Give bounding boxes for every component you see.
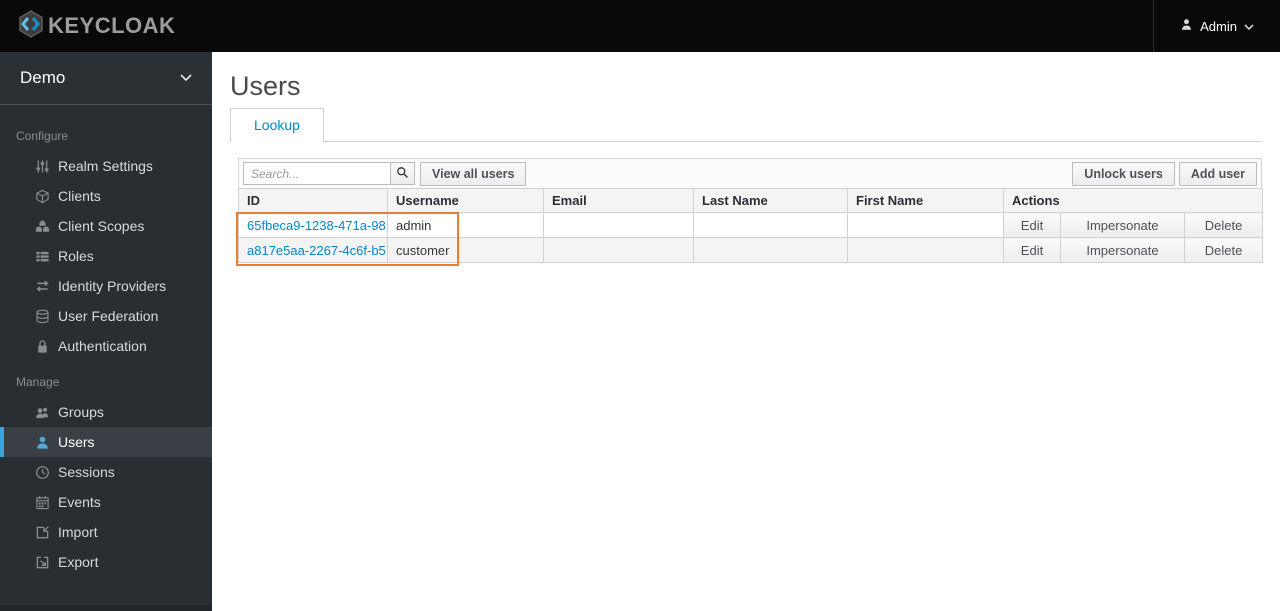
- sidebar-item-export[interactable]: Export: [0, 547, 212, 577]
- clock-icon: [34, 464, 50, 480]
- sidebar-item-label: Groups: [58, 404, 104, 420]
- username-cell: customer: [387, 237, 544, 263]
- keycloak-hexagon-icon: [16, 9, 46, 44]
- side-nav: Configure Realm Settings Clients Client …: [0, 105, 212, 605]
- column-header-last-name: Last Name: [693, 188, 848, 213]
- sidebar-item-roles[interactable]: Roles: [0, 241, 212, 271]
- keycloak-logo[interactable]: KEYCLOAK: [0, 9, 175, 44]
- user-id-link[interactable]: 65fbeca9-1238-471a-98...: [247, 218, 387, 233]
- edit-action-button[interactable]: Edit: [1003, 237, 1061, 263]
- column-header-email: Email: [543, 188, 694, 213]
- sidebar-item-events[interactable]: Events: [0, 487, 212, 517]
- column-header-actions: Actions: [1002, 188, 1264, 213]
- sidebar-item-label: Client Scopes: [58, 218, 145, 234]
- search-group: [243, 162, 415, 185]
- sidebar-item-label: Clients: [58, 188, 101, 204]
- import-icon: [34, 524, 50, 540]
- toolbar-right: Unlock users Add user: [1072, 161, 1257, 186]
- search-input[interactable]: [243, 162, 391, 185]
- export-icon: [34, 554, 50, 570]
- sidebar-footer: [0, 605, 212, 611]
- cubes-icon: [34, 218, 50, 234]
- column-header-first-name: First Name: [847, 188, 1004, 213]
- person-icon: [1180, 18, 1193, 34]
- username-cell: admin: [387, 212, 544, 238]
- sidebar-item-realm-settings[interactable]: Realm Settings: [0, 151, 212, 181]
- top-navbar: KEYCLOAK Admin: [0, 0, 1280, 52]
- last-name-cell: [693, 237, 848, 263]
- page-title: Users: [230, 71, 301, 101]
- users-table: ID Username Email Last Name First Name A…: [238, 188, 1264, 263]
- keycloak-admin-console: KEYCLOAK Admin Demo Configure Realm Sett…: [0, 0, 1280, 611]
- chevron-down-icon: [180, 69, 192, 87]
- email-cell: [543, 237, 694, 263]
- sidebar-item-label: Sessions: [58, 464, 115, 480]
- main-content: Users Lookup View al: [212, 52, 1280, 611]
- database-icon: [34, 308, 50, 324]
- brand-text: KEYCLOAK: [48, 13, 176, 38]
- sidebar-item-label: Authentication: [58, 338, 147, 354]
- user-menu[interactable]: Admin: [1153, 0, 1280, 52]
- calendar-icon: [34, 494, 50, 510]
- search-icon: [396, 166, 409, 182]
- list-icon: [34, 248, 50, 264]
- view-all-users-button[interactable]: View all users: [420, 161, 527, 186]
- sidebar-item-user-federation[interactable]: User Federation: [0, 301, 212, 331]
- cube-icon: [34, 188, 50, 204]
- delete-action-button[interactable]: Delete: [1183, 237, 1264, 263]
- section-manage-label: Manage: [16, 375, 60, 389]
- sidebar-item-identity-providers[interactable]: Identity Providers: [0, 271, 212, 301]
- table-toolbar: View all users Unlock users Add user: [238, 158, 1262, 189]
- last-name-cell: [693, 212, 848, 238]
- email-cell: [543, 212, 694, 238]
- sidebar-item-label: Identity Providers: [58, 278, 167, 294]
- first-name-cell: [847, 212, 1004, 238]
- sidebar-item-label: User Federation: [58, 308, 159, 324]
- realm-name: Demo: [20, 68, 66, 87]
- column-header-id: ID: [238, 188, 388, 213]
- exchange-arrows-icon: [34, 278, 50, 294]
- sidebar-item-clients[interactable]: Clients: [0, 181, 212, 211]
- sidebar-item-label: Roles: [58, 248, 94, 264]
- user-id-link[interactable]: a817e5aa-2267-4c6f-b5...: [247, 243, 387, 258]
- search-button[interactable]: [390, 162, 415, 185]
- edit-action-button[interactable]: Edit: [1003, 212, 1061, 238]
- sidebar-item-label: Export: [58, 554, 99, 570]
- users-table-zone: View all users Unlock users Add user ID …: [236, 158, 1264, 266]
- sidebar-item-authentication[interactable]: Authentication: [0, 331, 212, 361]
- lock-icon: [34, 338, 50, 354]
- sidebar-item-label: Events: [58, 494, 101, 510]
- realm-selector[interactable]: Demo: [0, 52, 212, 105]
- table-row: 65fbeca9-1238-471a-98... admin Edit Impe…: [238, 212, 1264, 238]
- impersonate-action-button[interactable]: Impersonate: [1060, 212, 1185, 238]
- table-row: a817e5aa-2267-4c6f-b5... customer Edit I…: [238, 237, 1264, 263]
- sliders-icon: [34, 158, 50, 174]
- sidebar-item-import[interactable]: Import: [0, 517, 212, 547]
- column-header-username: Username: [387, 188, 544, 213]
- users-icon: [34, 404, 50, 420]
- delete-action-button[interactable]: Delete: [1183, 212, 1264, 238]
- sidebar-item-groups[interactable]: Groups: [0, 397, 212, 427]
- first-name-cell: [847, 237, 1004, 263]
- tab-lookup[interactable]: Lookup: [230, 108, 324, 143]
- table-header-row: ID Username Email Last Name First Name A…: [238, 188, 1264, 213]
- impersonate-action-button[interactable]: Impersonate: [1060, 237, 1185, 263]
- sidebar-item-label: Users: [58, 434, 95, 450]
- user-icon: [34, 434, 50, 450]
- tab-bar: Lookup: [230, 107, 1262, 143]
- sidebar-item-label: Realm Settings: [58, 158, 153, 174]
- sidebar-item-client-scopes[interactable]: Client Scopes: [0, 211, 212, 241]
- sidebar-item-label: Import: [58, 524, 98, 540]
- section-configure-label: Configure: [16, 129, 69, 143]
- unlock-users-button[interactable]: Unlock users: [1072, 161, 1175, 186]
- sidebar-item-users[interactable]: Users: [0, 427, 212, 457]
- add-user-button[interactable]: Add user: [1178, 161, 1257, 186]
- sidebar: Demo Configure Realm Settings Clients Cl…: [0, 52, 212, 611]
- sidebar-item-sessions[interactable]: Sessions: [0, 457, 212, 487]
- user-menu-label: Admin: [1200, 18, 1237, 34]
- chevron-down-icon: [1244, 19, 1254, 34]
